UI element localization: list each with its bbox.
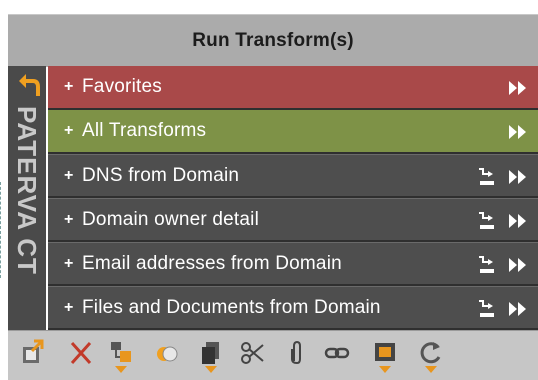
back-arrow-icon[interactable] <box>17 72 41 98</box>
copy-icon[interactable] <box>198 339 224 373</box>
import-icon[interactable] <box>20 339 46 367</box>
delete-icon[interactable] <box>68 339 94 367</box>
transform-settings-icon[interactable] <box>476 298 498 320</box>
run-transforms-panel: Run Transform(s) PATERVA CT + Favorites … <box>0 0 538 380</box>
dropdown-arrow-icon[interactable] <box>115 366 127 373</box>
attach-icon[interactable] <box>284 339 310 367</box>
run-all-icon[interactable] <box>508 79 530 97</box>
transform-settings-icon[interactable] <box>476 210 498 232</box>
transform-row-files-and-documents-from-domain[interactable]: + Files and Documents from Domain <box>48 286 538 330</box>
dropdown-arrow-icon[interactable] <box>379 366 391 373</box>
cut-icon[interactable] <box>240 339 266 367</box>
sidebar-vertical-label: PATERVA CT <box>12 106 42 275</box>
dropdown-arrow-icon[interactable] <box>205 366 217 373</box>
expand-icon[interactable]: + <box>64 78 82 96</box>
graph-edge-dash <box>0 182 7 278</box>
transform-row-label: Favorites <box>82 76 162 97</box>
context-sidebar: PATERVA CT <box>8 66 46 330</box>
transform-row-label: Email addresses from Domain <box>82 252 342 274</box>
dropdown-arrow-icon[interactable] <box>425 366 437 373</box>
run-transform-icon[interactable] <box>508 212 530 230</box>
panel-header: Run Transform(s) <box>8 14 538 67</box>
merge-icon[interactable] <box>154 339 180 367</box>
run-transform-icon[interactable] <box>508 300 530 318</box>
run-transform-icon[interactable] <box>508 168 530 186</box>
expand-icon[interactable]: + <box>64 299 82 317</box>
expand-icon[interactable]: + <box>64 167 82 185</box>
refresh-icon[interactable] <box>418 339 444 373</box>
bottom-toolbar <box>8 330 538 380</box>
expand-icon[interactable]: + <box>64 211 82 229</box>
transform-settings-icon[interactable] <box>476 254 498 276</box>
expand-icon[interactable]: + <box>64 122 82 140</box>
expand-icon[interactable]: + <box>64 255 82 273</box>
transform-list: + Favorites + All Transforms + DNS from … <box>48 66 538 330</box>
transform-row-label: Domain owner detail <box>82 208 259 230</box>
change-type-icon[interactable] <box>108 339 134 373</box>
transform-settings-icon[interactable] <box>476 166 498 188</box>
transform-row-dns-from-domain[interactable]: + DNS from Domain <box>48 154 538 198</box>
transform-row-all[interactable]: + All Transforms <box>48 110 538 154</box>
run-all-icon[interactable] <box>508 123 530 141</box>
run-transform-icon[interactable] <box>508 256 530 274</box>
transform-row-label: All Transforms <box>82 120 207 141</box>
transform-row-label: Files and Documents from Domain <box>82 296 381 318</box>
transform-row-email-addresses-from-domain[interactable]: + Email addresses from Domain <box>48 242 538 286</box>
panel-title: Run Transform(s) <box>192 30 354 51</box>
transform-row-domain-owner-detail[interactable]: + Domain owner detail <box>48 198 538 242</box>
transform-row-label: DNS from Domain <box>82 164 240 186</box>
transform-row-favorites[interactable]: + Favorites <box>48 66 538 110</box>
select-icon[interactable] <box>372 339 398 373</box>
link-icon[interactable] <box>324 339 350 367</box>
